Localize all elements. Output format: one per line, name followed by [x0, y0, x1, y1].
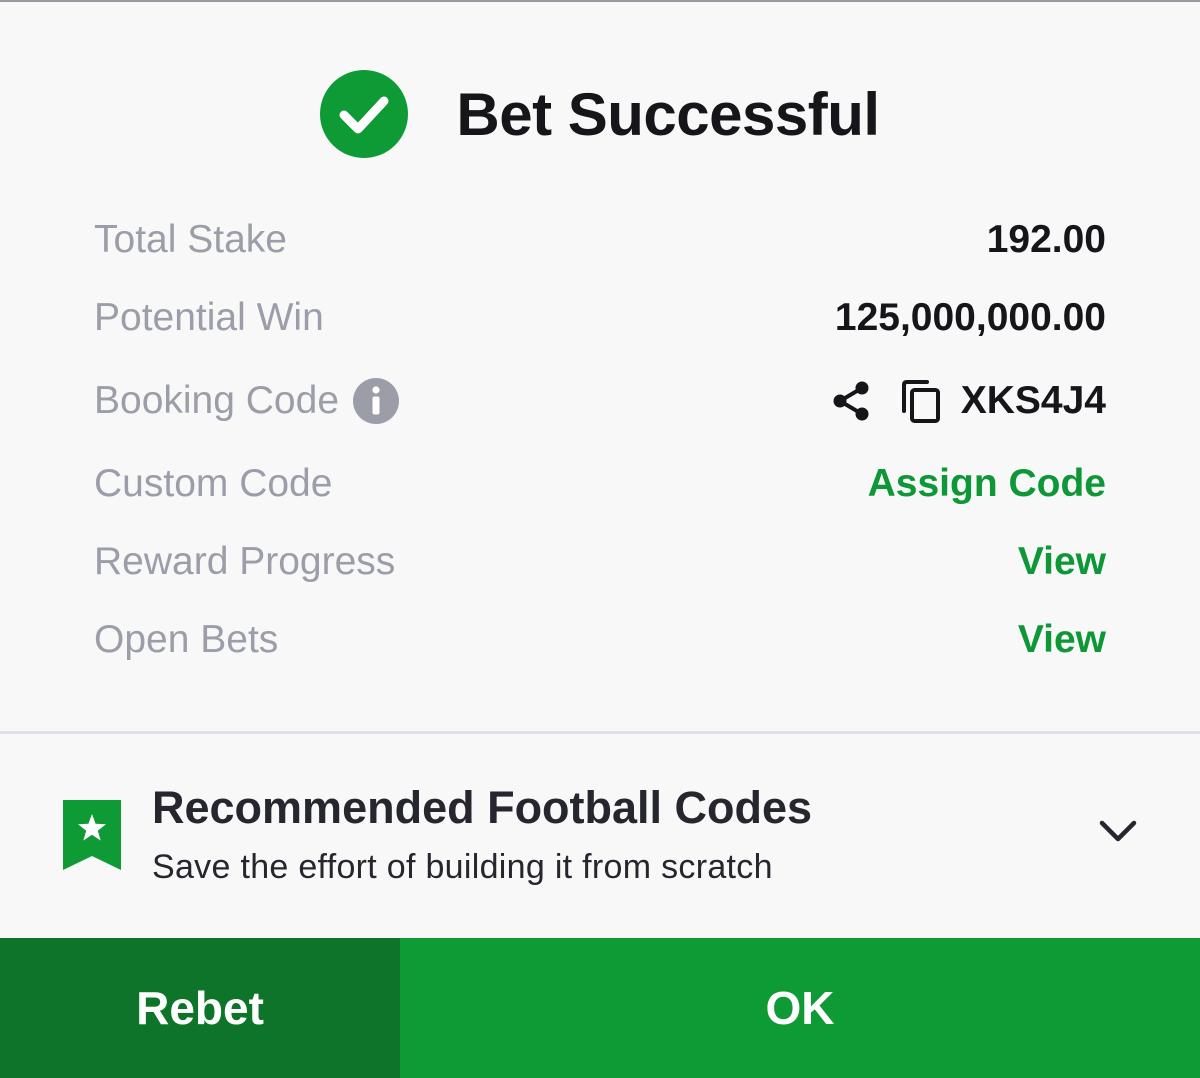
booking-code-label: Booking Code	[94, 379, 340, 422]
potential-win-label: Potential Win	[94, 296, 324, 339]
page-title: Bet Successful	[456, 80, 880, 148]
chevron-down-icon[interactable]	[1098, 818, 1138, 844]
share-icon[interactable]	[829, 379, 873, 423]
open-bets-view-link[interactable]: View	[1018, 618, 1106, 662]
open-bets-row: Open Bets View	[94, 610, 1106, 670]
info-icon[interactable]	[353, 378, 400, 424]
booking-code-label-group: Booking Code	[94, 378, 400, 424]
star-ribbon-icon	[63, 800, 121, 870]
custom-code-row: Custom Code Assign Code	[94, 454, 1106, 514]
top-border	[0, 0, 1200, 2]
total-stake-row: Total Stake 192.00	[94, 210, 1106, 270]
booking-code-row: Booking Code XKS4J4	[94, 371, 1106, 431]
recommended-codes-panel[interactable]: Recommended Football Codes Save the effo…	[0, 734, 1200, 938]
recommended-subtitle: Save the effort of building it from scra…	[152, 848, 773, 886]
recommended-title: Recommended Football Codes	[152, 782, 813, 833]
rebet-button[interactable]: Rebet	[0, 938, 400, 1078]
reward-progress-view-link[interactable]: View	[1018, 540, 1106, 584]
copy-icon[interactable]	[899, 378, 943, 424]
custom-code-label: Custom Code	[94, 462, 333, 505]
success-header: Bet Successful	[0, 70, 1200, 158]
check-circle-icon	[320, 70, 409, 158]
ok-button[interactable]: OK	[400, 938, 1200, 1078]
potential-win-row: Potential Win 125,000,000.00	[94, 288, 1106, 348]
total-stake-value: 192.00	[986, 218, 1106, 261]
potential-win-value: 125,000,000.00	[834, 296, 1106, 339]
booking-code-value-group: XKS4J4	[829, 378, 1106, 424]
open-bets-label: Open Bets	[94, 618, 279, 661]
assign-code-link[interactable]: Assign Code	[868, 462, 1106, 506]
reward-progress-label: Reward Progress	[94, 540, 396, 583]
total-stake-label: Total Stake	[94, 218, 287, 261]
reward-progress-row: Reward Progress View	[94, 532, 1106, 592]
booking-code-value: XKS4J4	[960, 379, 1106, 422]
